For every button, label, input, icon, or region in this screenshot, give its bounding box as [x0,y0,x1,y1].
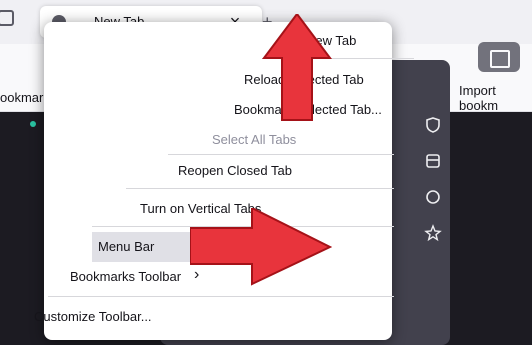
box-icon[interactable] [422,152,444,174]
status-dot [30,121,36,127]
menu-separator [168,154,394,155]
right-arrow-annotation [190,208,332,286]
menu-separator [48,296,394,297]
tab-list-icon[interactable] [0,10,14,26]
star-icon[interactable] [422,224,444,246]
menu-item-menu-bar[interactable]: Menu Bar [92,232,190,262]
menu-item-customize-toolbar[interactable]: Customize Toolbar... [34,302,184,332]
menu-item-reopen-closed-tab[interactable]: Reopen Closed Tab [178,156,378,186]
sync-icon[interactable] [422,188,444,210]
up-arrow-annotation [262,14,332,121]
menu-item-select-all-tabs: Select All Tabs [212,132,297,147]
menu-item-bookmarks-toolbar[interactable]: Bookmarks Toolbar [70,262,190,292]
extensions-button[interactable] [478,42,520,72]
menu-separator [126,188,394,189]
shield-icon[interactable] [422,116,444,138]
import-bookmarks-link[interactable]: Import bookm [459,83,532,113]
